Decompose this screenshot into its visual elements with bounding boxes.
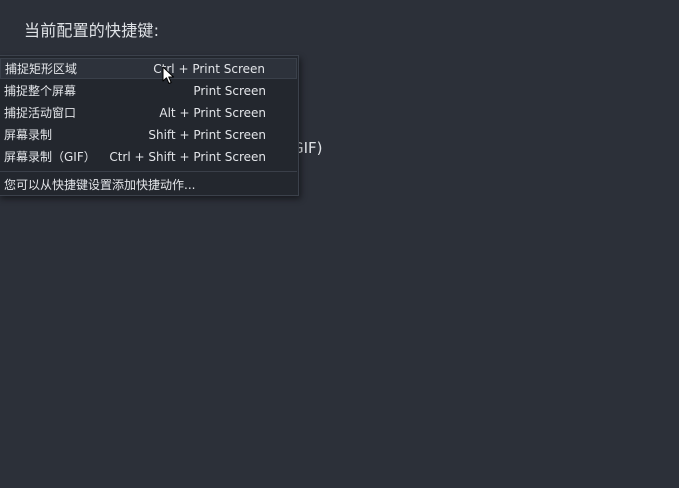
menu-item-capture-fullscreen[interactable]: 捕捉整个屏幕 Print Screen xyxy=(0,80,297,101)
menu-separator xyxy=(0,171,297,172)
mouse-pointer-icon xyxy=(162,66,174,84)
menu-item-capture-active-window[interactable]: 捕捉活动窗口 Alt + Print Screen xyxy=(0,102,297,123)
menu-item-label: 捕捉活动窗口 xyxy=(4,106,77,120)
menu-item-label: 屏幕录制（GIF） xyxy=(4,150,96,164)
menu-item-screen-record[interactable]: 屏幕录制 Shift + Print Screen xyxy=(0,124,297,145)
menu-item-add-shortcut-action[interactable]: 您可以从快捷键设置添加快捷动作... xyxy=(0,174,297,194)
menu-item-shortcut: Shift + Print Screen xyxy=(148,127,266,142)
shortcut-context-menu: 捕捉矩形区域 Ctrl + Print Screen 捕捉整个屏幕 Print … xyxy=(0,55,299,196)
menu-item-label: 捕捉矩形区域 xyxy=(5,62,78,76)
menu-item-screen-record-gif[interactable]: 屏幕录制（GIF） Ctrl + Shift + Print Screen xyxy=(0,146,297,167)
page-title: 当前配置的快捷键: xyxy=(24,21,160,40)
menu-item-label: 捕捉整个屏幕 xyxy=(4,84,77,98)
menu-item-shortcut: Print Screen xyxy=(193,83,266,98)
menu-item-shortcut: Ctrl + Shift + Print Screen xyxy=(109,149,266,164)
menu-item-shortcut: Alt + Print Screen xyxy=(159,105,266,120)
menu-item-label: 屏幕录制 xyxy=(4,128,53,142)
menu-item-capture-region[interactable]: 捕捉矩形区域 Ctrl + Print Screen xyxy=(0,58,297,79)
